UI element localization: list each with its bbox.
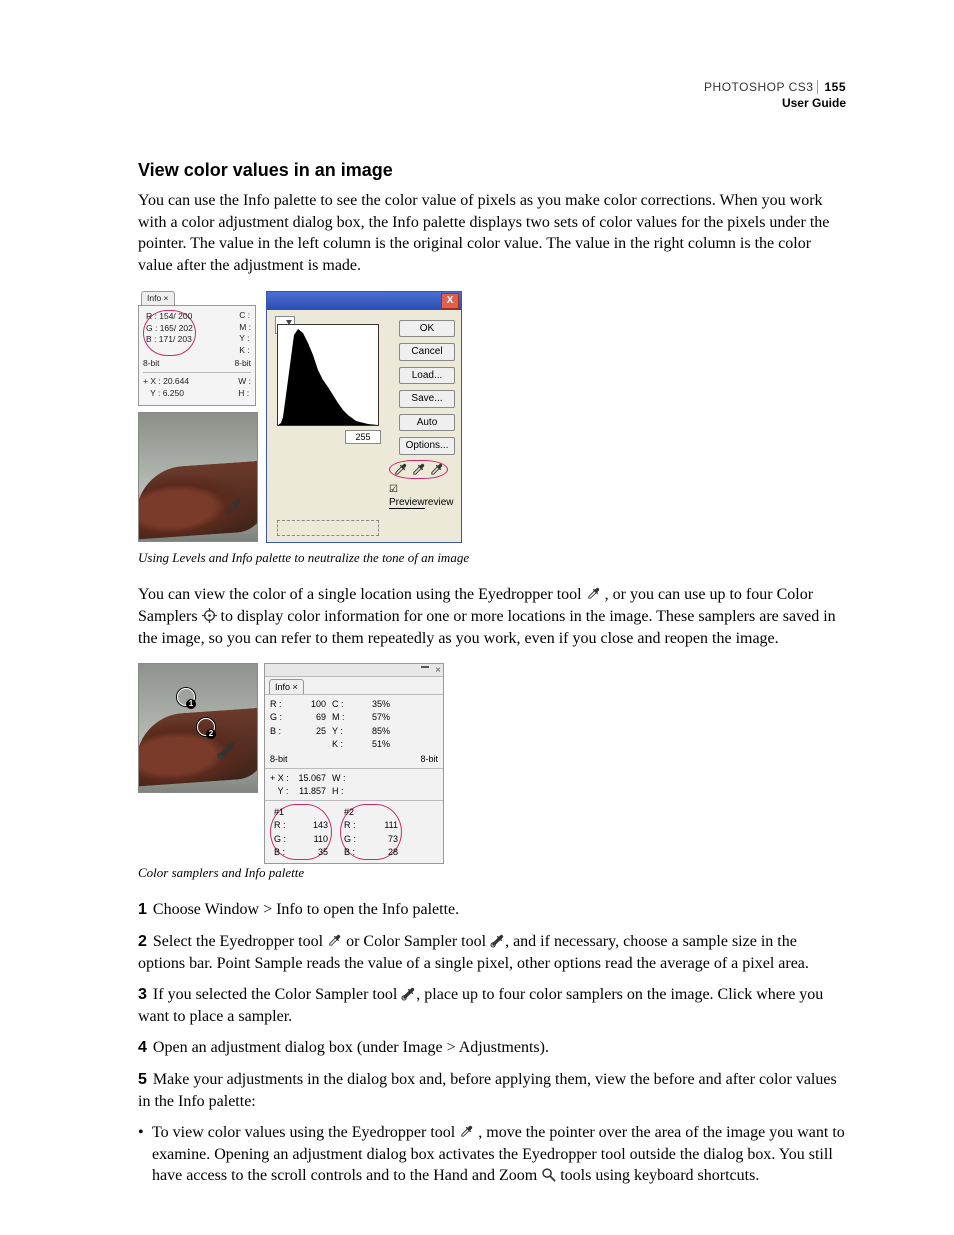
- step-2: 2Select the Eyedropper tool or Color Sam…: [138, 931, 846, 974]
- zoom-icon: [541, 1167, 556, 1182]
- step-3: 3If you selected the Color Sampler tool …: [138, 984, 846, 1027]
- eyedropper-icon: [459, 1124, 474, 1139]
- close-icon[interactable]: ×: [435, 664, 441, 678]
- save-button[interactable]: Save...: [399, 390, 455, 408]
- color-sampler-cursor-icon: [217, 740, 237, 760]
- color-sampler-tool-icon: [490, 933, 505, 948]
- eyedropper-cursor-icon: [223, 497, 243, 517]
- eyedropper-row: [389, 460, 455, 479]
- page-number: 155: [817, 80, 846, 94]
- step-5: 5Make your adjustments in the dialog box…: [138, 1069, 846, 1112]
- figure-color-samplers: × Info × R :100C :35% G :69M :57% B :25Y…: [138, 663, 846, 864]
- info-palette-2: × Info × R :100C :35% G :69M :57% B :25Y…: [264, 663, 444, 864]
- figure2-caption: Color samplers and Info palette: [138, 864, 846, 882]
- sample-image-with-markers: [138, 663, 258, 793]
- intro-paragraph: You can use the Info palette to see the …: [138, 190, 846, 276]
- page-header: PHOTOSHOP CS3 155 User Guide: [704, 80, 846, 111]
- options-button[interactable]: Options...: [399, 437, 455, 455]
- guide-label: User Guide: [704, 96, 846, 112]
- close-button[interactable]: X: [441, 293, 459, 309]
- bullet-eyedropper-tip: To view color values using the Eyedroppe…: [138, 1122, 846, 1187]
- preview-checkbox[interactable]: ☑ Previewreview: [389, 483, 455, 510]
- gray-point-eyedropper-icon[interactable]: [411, 462, 426, 477]
- output-gradient: [277, 520, 379, 536]
- input-level-max[interactable]: 255: [345, 430, 381, 444]
- step-4: 4Open an adjustment dialog box (under Im…: [138, 1037, 846, 1059]
- section-heading: View color values in an image: [138, 158, 846, 182]
- minimize-icon[interactable]: [421, 666, 429, 668]
- sampler-marker-1: [177, 688, 195, 706]
- black-point-eyedropper-icon[interactable]: [393, 462, 408, 477]
- mid-paragraph: You can view the color of a single locat…: [138, 584, 846, 649]
- info-tab: Info ×: [141, 291, 175, 305]
- info-palette: Info × R : 154/ 200 G : 165/ 202 B : 171…: [138, 291, 256, 407]
- color-sampler-target-icon: [202, 608, 217, 623]
- levels-dialog: X OK Cancel Load... Save... Auto Options…: [266, 291, 462, 543]
- info-tab-2: Info ×: [269, 679, 304, 694]
- auto-button[interactable]: Auto: [399, 414, 455, 432]
- sample-image-thumbnail: [138, 412, 258, 542]
- color-sampler-tool-icon: [401, 986, 416, 1001]
- cancel-button[interactable]: Cancel: [399, 343, 455, 361]
- product-name: PHOTOSHOP CS3: [704, 80, 813, 94]
- eyedropper-icon: [327, 933, 342, 948]
- histogram: [277, 324, 379, 426]
- figure1-caption: Using Levels and Info palette to neutral…: [138, 549, 846, 567]
- sampler-marker-2: [197, 718, 215, 736]
- load-button[interactable]: Load...: [399, 367, 455, 385]
- figure-levels-info: Info × R : 154/ 200 G : 165/ 202 B : 171…: [138, 291, 846, 543]
- step-1: 1Choose Window > Info to open the Info p…: [138, 899, 846, 921]
- white-point-eyedropper-icon[interactable]: [429, 462, 444, 477]
- ok-button[interactable]: OK: [399, 320, 455, 338]
- eyedropper-icon: [586, 586, 601, 601]
